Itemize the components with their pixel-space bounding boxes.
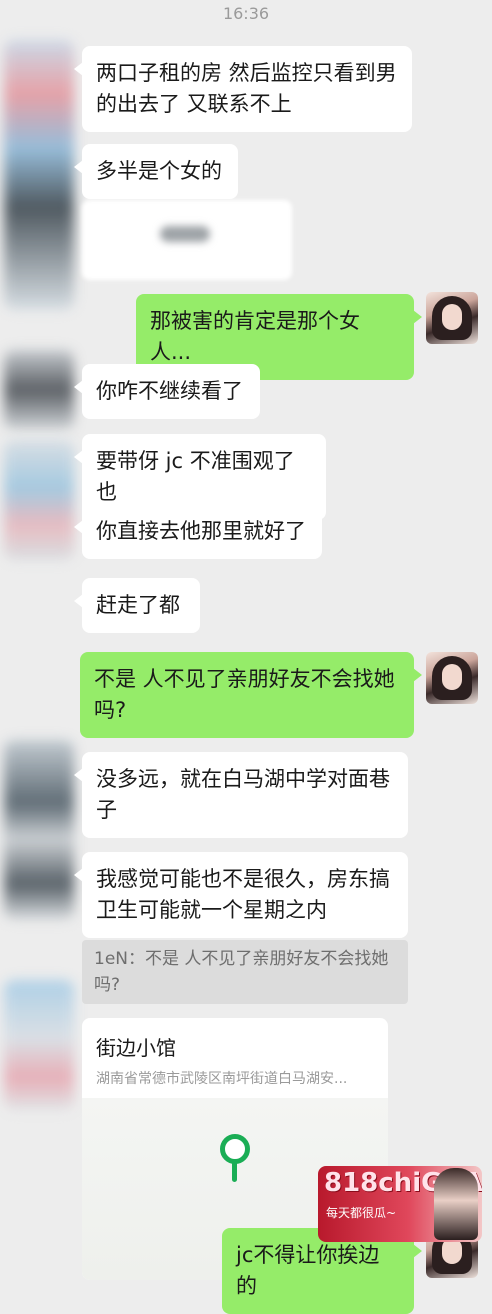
quoted-message[interactable]: 1eN：不是 人不见了亲朋好友不会找她 吗? (82, 940, 408, 1004)
avatar[interactable] (4, 980, 74, 1110)
watermark-tagline: 每天都很瓜~ (326, 1206, 397, 1220)
message-bubble[interactable]: 没多远，就在白马湖中学对面巷 子 (74, 752, 408, 838)
message-bubble[interactable]: 我感觉可能也不是很久，房东搞 卫生可能就一个星期之内 (74, 852, 408, 938)
avatar[interactable] (4, 440, 74, 560)
message-bubble[interactable]: 你咋不继续看了 (74, 364, 260, 419)
message-bubble[interactable]: 赶走了都 (74, 578, 200, 633)
location-name: 街边小馆 (96, 1036, 176, 1060)
avatar[interactable] (426, 292, 478, 344)
redacted-mark (160, 226, 210, 242)
avatar[interactable] (426, 652, 478, 704)
avatar[interactable] (4, 350, 74, 430)
watermark-portrait (434, 1168, 478, 1240)
status-time: 16:36 (222, 4, 270, 23)
message-bubble[interactable]: 两口子租的房 然后监控只看到男 的出去了 又联系不上 (74, 46, 412, 132)
watermark-logo: 818chiGUA 每天都很瓜~ (318, 1166, 482, 1242)
map-pin-stem (232, 1160, 237, 1182)
avatar[interactable] (4, 740, 74, 920)
message-bubble[interactable]: 多半是个女的 (74, 144, 238, 199)
message-bubble[interactable]: 不是 人不见了亲朋好友不会找她 吗? (80, 652, 422, 738)
location-address: 湖南省常德市武陵区南坪街道白马湖安... (96, 1071, 348, 1087)
message-bubble[interactable]: 你直接去他那里就好了 (74, 504, 322, 559)
avatar[interactable] (4, 40, 74, 310)
